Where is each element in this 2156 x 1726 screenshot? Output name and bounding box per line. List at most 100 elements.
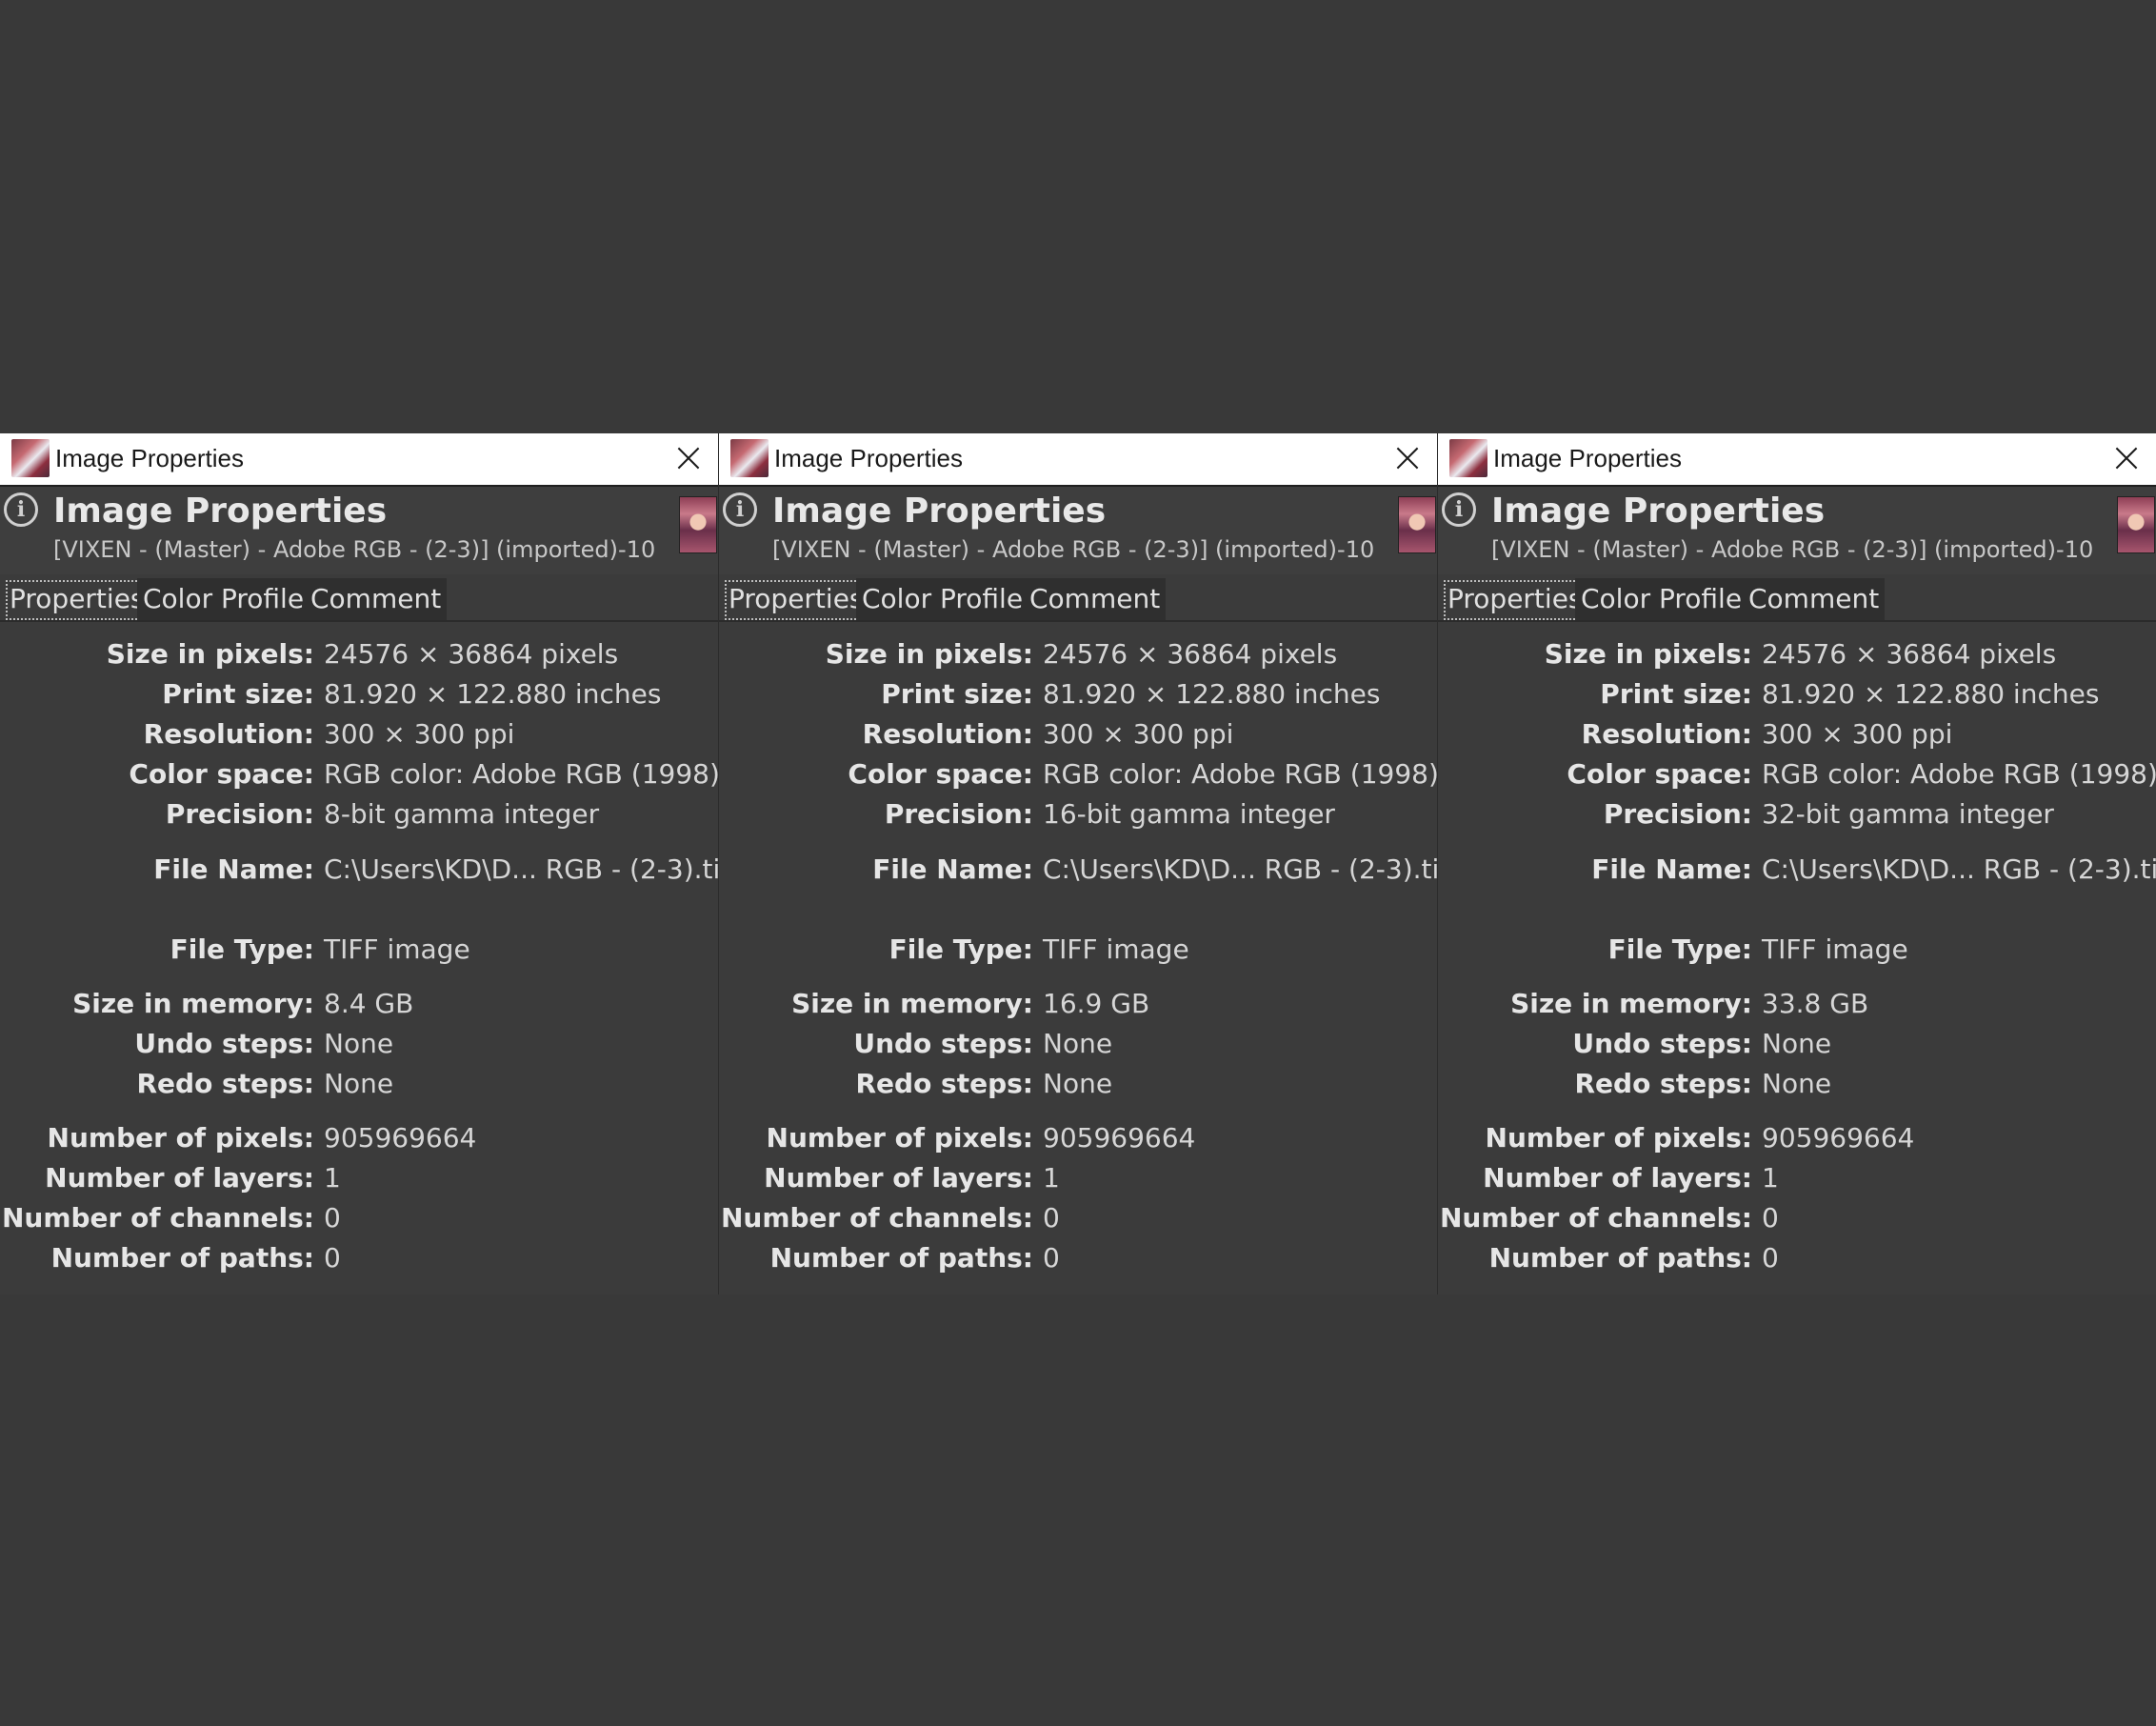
label-number-of-pixels: Number of pixels: <box>47 1122 314 1154</box>
row-redo-steps: Redo steps: None <box>0 1065 719 1103</box>
close-icon[interactable] <box>1388 439 1427 477</box>
value-color-space: RGB color: Adobe RGB (1998) <box>324 758 719 790</box>
value-size-memory: 33.8 GB <box>1762 988 1869 1019</box>
value-redo-steps: None <box>324 1068 394 1099</box>
window-title: Image Properties <box>1493 444 1682 472</box>
label-file-type: File Type: <box>1607 933 1752 965</box>
row-number-of-channels: Number of channels: 0 <box>0 1199 719 1237</box>
window-titlebar[interactable]: Image Properties <box>0 433 719 487</box>
tab-properties[interactable]: Properties <box>1442 578 1588 622</box>
value-redo-steps: None <box>1043 1068 1113 1099</box>
tab-bar: Properties Color Profile Comment <box>0 574 719 622</box>
label-number-of-paths: Number of paths: <box>769 1242 1033 1274</box>
panels-container: Image Properties i Image Properties [VIX… <box>0 433 2156 1294</box>
value-file-name: C:\Users\KD\D... RGB - (2-3).tif <box>1762 853 2156 885</box>
app-icon <box>1449 439 1487 477</box>
info-icon: i <box>4 492 38 527</box>
app-icon <box>11 439 50 477</box>
value-size-memory: 8.4 GB <box>324 988 414 1019</box>
label-print-size: Print size: <box>1600 678 1752 710</box>
row-size-memory: Size in memory: 8.4 GB <box>0 985 719 1023</box>
value-file-name: C:\Users\KD\D... RGB - (2-3).tif <box>324 853 719 885</box>
row-resolution: Resolution: 300 × 300 ppi <box>0 715 719 753</box>
value-number-of-paths: 0 <box>1762 1242 1779 1274</box>
value-file-type: TIFF image <box>1043 933 1189 965</box>
label-number-of-layers: Number of layers: <box>1483 1162 1752 1194</box>
row-size-pixels: Size in pixels: 24576 × 36864 pixels <box>719 635 1438 673</box>
window-titlebar[interactable]: Image Properties <box>719 433 1438 487</box>
row-undo-steps: Undo steps: None <box>719 1025 1438 1063</box>
row-size-pixels: Size in pixels: 24576 × 36864 pixels <box>1438 635 2156 673</box>
value-size-pixels: 24576 × 36864 pixels <box>1043 638 1338 670</box>
row-size-memory: Size in memory: 16.9 GB <box>719 985 1438 1023</box>
row-precision: Precision: 16-bit gamma integer <box>719 795 1438 833</box>
row-number-of-paths: Number of paths: 0 <box>0 1239 719 1277</box>
value-precision: 16-bit gamma integer <box>1043 798 1335 830</box>
tab-color-profile[interactable]: Color Profile <box>137 578 310 622</box>
tab-properties[interactable]: Properties <box>4 578 150 622</box>
tab-color-profile[interactable]: Color Profile <box>856 578 1029 622</box>
value-number-of-layers: 1 <box>324 1162 341 1194</box>
label-number-of-layers: Number of layers: <box>45 1162 314 1194</box>
properties-content: Size in pixels: 24576 × 36864 pixels Prin… <box>1438 622 2156 1294</box>
row-resolution: Resolution: 300 × 300 ppi <box>719 715 1438 753</box>
label-size-pixels: Size in pixels: <box>825 638 1033 670</box>
row-number-of-pixels: Number of pixels: 905969664 <box>1438 1119 2156 1157</box>
header-subtitle: [VIXEN - (Master) - Adobe RGB - (2-3)] (… <box>772 536 1375 563</box>
close-icon[interactable] <box>2107 439 2146 477</box>
label-number-of-layers: Number of layers: <box>764 1162 1033 1194</box>
label-resolution: Resolution: <box>862 718 1033 750</box>
tab-comment[interactable]: Comment <box>305 578 448 622</box>
row-number-of-pixels: Number of pixels: 905969664 <box>719 1119 1438 1157</box>
row-redo-steps: Redo steps: None <box>719 1065 1438 1103</box>
tab-comment[interactable]: Comment <box>1743 578 1886 622</box>
dialog-header: i Image Properties [VIXEN - (Master) - A… <box>1438 487 2156 574</box>
label-file-type: File Type: <box>888 933 1033 965</box>
value-number-of-pixels: 905969664 <box>324 1122 477 1154</box>
label-undo-steps: Undo steps: <box>134 1028 314 1059</box>
window-titlebar[interactable]: Image Properties <box>1438 433 2156 487</box>
row-file-type: File Type: TIFF image <box>0 931 719 969</box>
value-precision: 8-bit gamma integer <box>324 798 600 830</box>
row-file-name: File Name: C:\Users\KD\D... RGB - (2-3).t… <box>0 851 719 889</box>
label-resolution: Resolution: <box>143 718 314 750</box>
label-color-space: Color space: <box>848 758 1033 790</box>
row-number-of-channels: Number of channels: 0 <box>719 1199 1438 1237</box>
tab-color-profile[interactable]: Color Profile <box>1575 578 1748 622</box>
row-number-of-layers: Number of layers: 1 <box>719 1159 1438 1197</box>
properties-content: Size in pixels: 24576 × 36864 pixels Prin… <box>719 622 1438 1294</box>
row-file-name: File Name: C:\Users\KD\D... RGB - (2-3).t… <box>719 851 1438 889</box>
value-resolution: 300 × 300 ppi <box>324 718 515 750</box>
tab-comment[interactable]: Comment <box>1024 578 1167 622</box>
label-file-type: File Type: <box>170 933 314 965</box>
label-size-memory: Size in memory: <box>1510 988 1752 1019</box>
value-print-size: 81.920 × 122.880 inches <box>1762 678 2100 710</box>
value-undo-steps: None <box>1043 1028 1113 1059</box>
value-number-of-paths: 0 <box>1043 1242 1060 1274</box>
header-subtitle: [VIXEN - (Master) - Adobe RGB - (2-3)] (… <box>1491 536 2094 563</box>
row-color-space: Color space: RGB color: Adobe RGB (1998) <box>719 755 1438 793</box>
value-number-of-paths: 0 <box>324 1242 341 1274</box>
value-color-space: RGB color: Adobe RGB (1998) <box>1043 758 1438 790</box>
image-thumbnail <box>1398 496 1436 553</box>
row-precision: Precision: 8-bit gamma integer <box>0 795 719 833</box>
value-undo-steps: None <box>324 1028 394 1059</box>
tab-bar: Properties Color Profile Comment <box>719 574 1438 622</box>
close-icon[interactable] <box>669 439 708 477</box>
value-undo-steps: None <box>1762 1028 1832 1059</box>
row-print-size: Print size: 81.920 × 122.880 inches <box>0 675 719 713</box>
value-size-pixels: 24576 × 36864 pixels <box>324 638 619 670</box>
row-size-memory: Size in memory: 33.8 GB <box>1438 985 2156 1023</box>
value-print-size: 81.920 × 122.880 inches <box>1043 678 1381 710</box>
label-color-space: Color space: <box>129 758 314 790</box>
row-size-pixels: Size in pixels: 24576 × 36864 pixels <box>0 635 719 673</box>
label-resolution: Resolution: <box>1581 718 1752 750</box>
value-number-of-channels: 0 <box>1762 1202 1779 1234</box>
value-number-of-channels: 0 <box>1043 1202 1060 1234</box>
label-redo-steps: Redo steps: <box>136 1068 314 1099</box>
tab-properties[interactable]: Properties <box>723 578 869 622</box>
row-color-space: Color space: RGB color: Adobe RGB (1998) <box>1438 755 2156 793</box>
dialog-header: i Image Properties [VIXEN - (Master) - A… <box>719 487 1438 574</box>
row-number-of-channels: Number of channels: 0 <box>1438 1199 2156 1237</box>
label-size-memory: Size in memory: <box>72 988 314 1019</box>
